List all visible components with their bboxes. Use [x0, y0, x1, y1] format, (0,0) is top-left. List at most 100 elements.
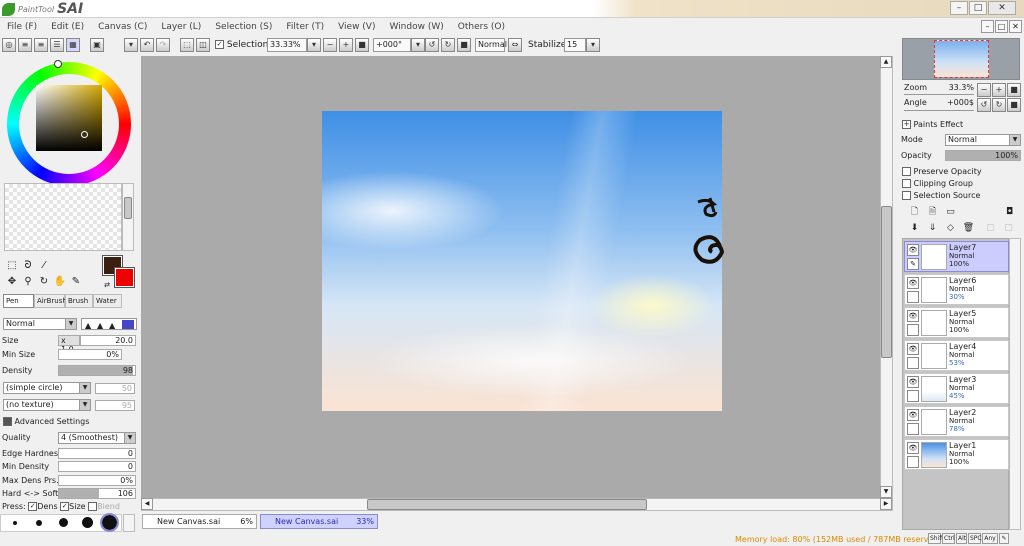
rect-select-icon[interactable]: ⬚ [5, 259, 19, 273]
transfer-down-icon[interactable]: ⬇ [908, 222, 921, 235]
tab-pen[interactable]: Pen [3, 294, 34, 308]
blend-mode-field[interactable]: Normal [475, 38, 507, 52]
move-icon[interactable]: ✥ [5, 275, 19, 289]
layer-opacity-slider[interactable]: 100% [945, 150, 1021, 161]
magic-wand-icon[interactable]: ⁄ [37, 259, 51, 273]
maximize-button[interactable]: □ [969, 1, 987, 15]
invert-selection-icon[interactable]: ◫ [196, 38, 210, 52]
visibility-eye-icon[interactable]: 👁 [907, 343, 919, 355]
hard-edge-icon[interactable]: ▲ [85, 321, 91, 330]
preserve-opacity-option[interactable]: Preserve Opacity [902, 166, 982, 177]
edit-pencil-icon[interactable]: ✎ [907, 258, 919, 270]
document-tab[interactable]: New Canvas.sai 6% [142, 514, 257, 529]
layer-mask-icon[interactable]: ◘ [1003, 206, 1016, 219]
hue-picker-handle[interactable] [54, 60, 62, 68]
layer-list-scrollbar[interactable] [1009, 238, 1021, 530]
rotation-field[interactable]: +000° [373, 38, 411, 52]
layer-mode-select[interactable]: Normal ▼ [945, 134, 1021, 146]
mdi-close-button[interactable]: ✕ [1009, 20, 1022, 33]
merge-down-icon[interactable]: ⇓ [926, 222, 939, 235]
stabilizer-field[interactable]: 15 [564, 38, 586, 52]
swatch-grid-icon[interactable]: ▦ [66, 38, 80, 52]
brush-size-dot[interactable] [36, 520, 42, 526]
tab-brush[interactable]: Brush [65, 294, 93, 308]
panel-menu-icon[interactable]: ▾ [124, 38, 138, 52]
menu-filter[interactable]: Filter (T) [279, 22, 331, 32]
brush-size-dot[interactable] [59, 518, 68, 527]
close-button[interactable]: ✕ [988, 1, 1016, 15]
scroll-up-icon[interactable]: ▲ [880, 56, 892, 68]
max-dens-prs-field[interactable]: 0% [58, 475, 136, 486]
brush-mode-select[interactable]: Normal ▼ [3, 318, 77, 330]
selection-source-option[interactable]: Selection Source [902, 190, 980, 201]
min-density-field[interactable]: 0 [58, 461, 136, 472]
apply-mask-icon[interactable]: ▢ [984, 222, 997, 235]
hard-soft-slider[interactable]: 106 [58, 488, 136, 499]
lasso-icon[interactable]: ᘐ [21, 259, 35, 273]
minimize-button[interactable]: – [950, 1, 968, 15]
new-folder-icon[interactable]: ▭ [944, 206, 957, 219]
navigator-angle-slider[interactable] [904, 110, 974, 111]
preserve-opacity-checkbox[interactable] [902, 167, 911, 176]
brush-size-dot[interactable] [82, 517, 93, 528]
flip-horizontal-icon[interactable]: ⇔ [508, 38, 522, 52]
paints-effect-toggle[interactable]: + Paints Effect [902, 120, 963, 129]
layer-lock-box[interactable] [907, 291, 919, 303]
visibility-eye-icon[interactable]: 👁 [907, 376, 919, 388]
visibility-eye-icon[interactable]: 👁 [907, 277, 919, 289]
deselect-icon[interactable]: ⬚ [180, 38, 194, 52]
delete-layer-icon[interactable]: 🗑 [962, 222, 975, 235]
press-dens-checkbox[interactable]: ✓ [28, 502, 38, 511]
zoom-icon[interactable]: ⚲ [21, 275, 35, 289]
rotate-reset-icon[interactable]: ■ [457, 38, 471, 52]
zoom-in-icon[interactable]: + [339, 38, 353, 52]
clipping-group-option[interactable]: Clipping Group [902, 178, 973, 189]
menu-selection[interactable]: Selection (S) [208, 22, 279, 32]
layer-item-layer4[interactable]: 👁 Layer4 Normal 53% [904, 340, 1009, 371]
rgb-slider-icon[interactable]: ≡ [18, 38, 32, 52]
menu-canvas[interactable]: Canvas (C) [91, 22, 154, 32]
soft-edge-icon[interactable]: ▲ [109, 321, 115, 330]
brush-size-dot-selected[interactable] [100, 513, 119, 532]
swap-colors-icon[interactable]: ⇄ [100, 278, 114, 292]
tab-airbrush[interactable]: AirBrush [34, 294, 67, 308]
quality-select[interactable]: 4 (Smoothest) ▼ [58, 432, 136, 444]
scratchpad-area[interactable] [4, 183, 122, 251]
density-slider[interactable]: 98 [58, 365, 136, 376]
visibility-eye-icon[interactable]: 👁 [907, 409, 919, 421]
canvas-vertical-thumb[interactable] [881, 206, 892, 358]
nav-zoom-reset-icon[interactable]: ■ [1007, 83, 1021, 97]
edge-hardness-field[interactable]: 0 [58, 448, 136, 459]
new-layer-icon[interactable]: 🗋 [908, 206, 921, 219]
visibility-eye-icon[interactable]: 👁 [907, 310, 919, 322]
remove-mask-icon[interactable]: ▢ [1002, 222, 1015, 235]
sv-picker-handle[interactable] [81, 131, 88, 138]
texture-select[interactable]: (no texture) ▼ [3, 399, 91, 411]
drawing-canvas[interactable] [322, 111, 722, 411]
layer-lock-box[interactable] [907, 390, 919, 402]
zoom-field[interactable]: 33.33% [267, 38, 307, 52]
zoom-reset-icon[interactable]: ■ [355, 38, 369, 52]
layer-lock-box[interactable] [907, 324, 919, 336]
layer-item-layer6[interactable]: 👁 Layer6 Normal 30% [904, 274, 1009, 305]
nav-rotate-reset-icon[interactable]: ■ [1007, 98, 1021, 112]
clipping-group-checkbox[interactable] [902, 179, 911, 188]
scroll-left-icon[interactable]: ◀ [141, 498, 153, 510]
scroll-down-icon[interactable]: ▼ [880, 486, 892, 498]
hand-icon[interactable]: ✋ [53, 275, 67, 289]
brush-shape-strength[interactable]: 50 [95, 383, 135, 394]
layer-item-layer3[interactable]: 👁 Layer3 Normal 45% [904, 373, 1009, 404]
navigator-zoom-slider[interactable] [904, 94, 974, 95]
nav-zoom-out-icon[interactable]: − [977, 83, 991, 97]
flat-edge-icon[interactable] [122, 320, 134, 329]
visibility-eye-icon[interactable]: 👁 [907, 442, 919, 454]
layer-item-layer1[interactable]: 👁 Layer1 Normal 100% [904, 439, 1009, 470]
clear-layer-icon[interactable]: ◇ [944, 222, 957, 235]
mdi-minimize-button[interactable]: – [981, 20, 994, 33]
rotate-left-icon[interactable]: ↺ [425, 38, 439, 52]
navigator-thumbnail[interactable] [934, 40, 989, 78]
menu-edit[interactable]: Edit (E) [44, 22, 91, 32]
saturation-value-square[interactable] [36, 85, 102, 151]
brush-shape-select[interactable]: (simple circle) ▼ [3, 382, 91, 394]
hsv-slider-icon[interactable]: ≡ [34, 38, 48, 52]
